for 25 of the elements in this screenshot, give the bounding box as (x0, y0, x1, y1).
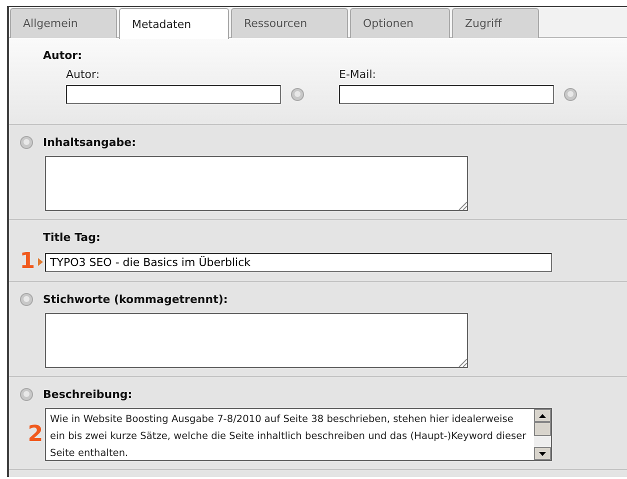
tab[interactable]: Zugriff (452, 8, 539, 38)
section-title: Title Tag: (43, 230, 100, 244)
step-number: 1 (20, 251, 35, 273)
resize-grip-icon[interactable] (457, 357, 467, 367)
tab[interactable]: Metadaten (119, 8, 229, 39)
resize-grip-icon[interactable] (457, 200, 467, 210)
scrollbar[interactable] (534, 409, 551, 460)
input-field[interactable] (339, 85, 554, 104)
step-number: 2 (28, 424, 43, 446)
field-label: Autor: (66, 68, 101, 81)
text-area[interactable] (45, 156, 468, 211)
pointer-icon (38, 258, 43, 266)
tab[interactable]: Ressourcen (231, 8, 348, 38)
arrow-up-icon[interactable] (539, 414, 546, 418)
section-title: Stichworte (kommagetrennt): (43, 292, 228, 306)
text-area[interactable] (45, 313, 468, 368)
tab[interactable]: Optionen (350, 8, 450, 38)
section-title: Beschreibung: (43, 388, 132, 400)
arrow-down-icon[interactable] (539, 452, 546, 456)
field-label: E-Mail: (339, 68, 377, 81)
section-title: Inhaltsangabe: (43, 136, 136, 148)
input-field[interactable] (66, 85, 281, 104)
tab[interactable]: Allgemein (10, 8, 117, 38)
section-title: Autor: (43, 48, 82, 62)
input-field[interactable]: TYPO3 SEO - die Basics im Überblick (45, 252, 552, 272)
